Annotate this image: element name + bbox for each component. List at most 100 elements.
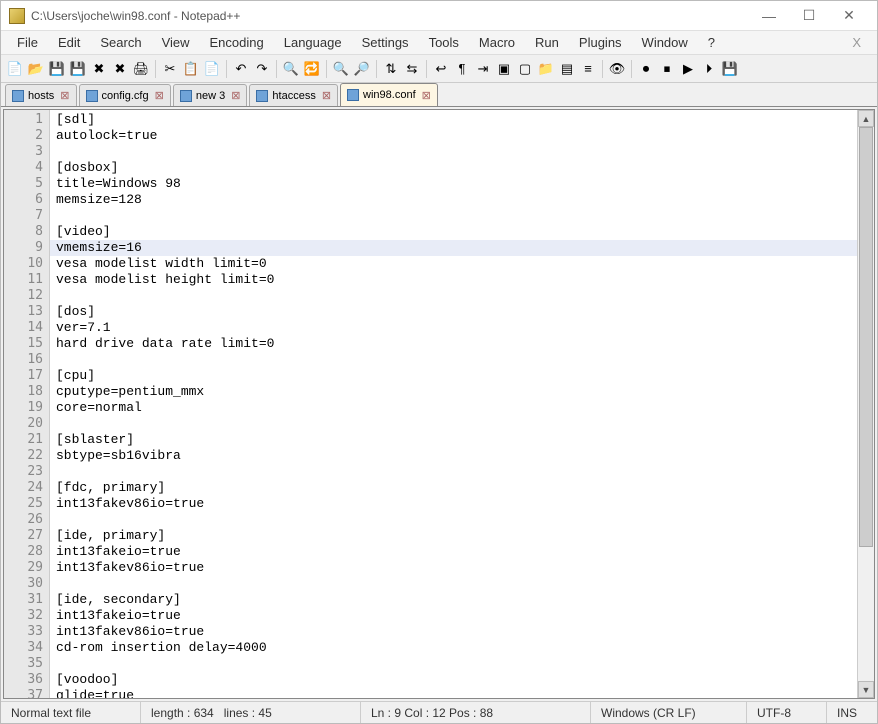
fold-icon[interactable]: ▣ bbox=[494, 59, 514, 79]
code-line[interactable]: ver=7.1 bbox=[56, 320, 857, 336]
menu-encoding[interactable]: Encoding bbox=[200, 32, 274, 53]
replace-icon[interactable]: 🔁 bbox=[302, 59, 322, 79]
code-line[interactable]: vmemsize=16 bbox=[50, 240, 857, 256]
stop-icon[interactable]: ⏹ bbox=[657, 59, 677, 79]
folder-icon[interactable]: 📁 bbox=[536, 59, 556, 79]
sync-v-icon[interactable]: ⇅ bbox=[381, 59, 401, 79]
tab-close-icon[interactable]: ⊠ bbox=[231, 89, 240, 102]
code-line[interactable]: sbtype=sb16vibra bbox=[56, 448, 857, 464]
menu-[interactable]: ? bbox=[698, 32, 725, 53]
func-list-icon[interactable]: ≡ bbox=[578, 59, 598, 79]
code-line[interactable] bbox=[56, 656, 857, 672]
menu-plugins[interactable]: Plugins bbox=[569, 32, 632, 53]
code-line[interactable] bbox=[56, 288, 857, 304]
wrap-icon[interactable]: ↩ bbox=[431, 59, 451, 79]
find-icon[interactable]: 🔍 bbox=[281, 59, 301, 79]
code-line[interactable]: memsize=128 bbox=[56, 192, 857, 208]
menu-search[interactable]: Search bbox=[90, 32, 151, 53]
tab-close-icon[interactable]: ⊠ bbox=[60, 89, 69, 102]
menu-macro[interactable]: Macro bbox=[469, 32, 525, 53]
code-line[interactable]: [video] bbox=[56, 224, 857, 240]
save-all-icon[interactable]: 💾 bbox=[68, 59, 88, 79]
code-line[interactable]: title=Windows 98 bbox=[56, 176, 857, 192]
menu-edit[interactable]: Edit bbox=[48, 32, 90, 53]
code-line[interactable]: [voodoo] bbox=[56, 672, 857, 688]
sync-h-icon[interactable]: ⇆ bbox=[402, 59, 422, 79]
tab-htaccess[interactable]: htaccess⊠ bbox=[249, 84, 338, 106]
code-line[interactable] bbox=[56, 576, 857, 592]
menu-view[interactable]: View bbox=[152, 32, 200, 53]
save-macro-icon[interactable]: 💾 bbox=[720, 59, 740, 79]
tab-hosts[interactable]: hosts⊠ bbox=[5, 84, 77, 106]
print-icon[interactable]: 🖨 bbox=[131, 59, 151, 79]
code-line[interactable] bbox=[56, 416, 857, 432]
tab-close-icon[interactable]: ⊠ bbox=[322, 89, 331, 102]
menu-tools[interactable]: Tools bbox=[419, 32, 469, 53]
code-line[interactable]: vesa modelist width limit=0 bbox=[56, 256, 857, 272]
code-line[interactable]: [sblaster] bbox=[56, 432, 857, 448]
undo-icon[interactable]: ↶ bbox=[231, 59, 251, 79]
new-icon[interactable]: 📄 bbox=[5, 59, 25, 79]
scroll-up-button[interactable]: ▲ bbox=[858, 110, 874, 127]
close-window-button[interactable]: ✕ bbox=[829, 4, 869, 28]
menu-run[interactable]: Run bbox=[525, 32, 569, 53]
code-line[interactable] bbox=[56, 352, 857, 368]
mdi-close-button[interactable]: X bbox=[842, 35, 871, 50]
vertical-scrollbar[interactable]: ▲ ▼ bbox=[857, 110, 874, 698]
code-line[interactable] bbox=[56, 144, 857, 160]
status-mode[interactable]: INS bbox=[827, 702, 877, 723]
close-all-icon[interactable]: ✖ bbox=[110, 59, 130, 79]
all-chars-icon[interactable]: ¶ bbox=[452, 59, 472, 79]
code-line[interactable]: [cpu] bbox=[56, 368, 857, 384]
tab-close-icon[interactable]: ⊠ bbox=[422, 89, 431, 102]
code-line[interactable]: [fdc, primary] bbox=[56, 480, 857, 496]
code-line[interactable]: vesa modelist height limit=0 bbox=[56, 272, 857, 288]
code-line[interactable]: int13fakev86io=true bbox=[56, 560, 857, 576]
code-line[interactable]: cputype=pentium_mmx bbox=[56, 384, 857, 400]
close-icon[interactable]: ✖ bbox=[89, 59, 109, 79]
code-line[interactable]: [ide, secondary] bbox=[56, 592, 857, 608]
paste-icon[interactable]: 📄 bbox=[202, 59, 222, 79]
code-line[interactable]: [dos] bbox=[56, 304, 857, 320]
zoom-out-icon[interactable]: 🔎 bbox=[352, 59, 372, 79]
play2-icon[interactable]: ⏵ bbox=[699, 59, 719, 79]
code-line[interactable]: core=normal bbox=[56, 400, 857, 416]
open-icon[interactable]: 📂 bbox=[26, 59, 46, 79]
unfold-icon[interactable]: ▢ bbox=[515, 59, 535, 79]
tab-config-cfg[interactable]: config.cfg⊠ bbox=[79, 84, 171, 106]
code-line[interactable]: [dosbox] bbox=[56, 160, 857, 176]
play-icon[interactable]: ▶ bbox=[678, 59, 698, 79]
code-line[interactable]: autolock=true bbox=[56, 128, 857, 144]
code-line[interactable]: [ide, primary] bbox=[56, 528, 857, 544]
code-line[interactable]: int13fakeio=true bbox=[56, 544, 857, 560]
code-line[interactable] bbox=[56, 208, 857, 224]
code-line[interactable] bbox=[56, 464, 857, 480]
tab-win98-conf[interactable]: win98.conf⊠ bbox=[340, 83, 438, 106]
menu-window[interactable]: Window bbox=[632, 32, 698, 53]
tab-new-3[interactable]: new 3⊠ bbox=[173, 84, 248, 106]
code-line[interactable]: [sdl] bbox=[56, 112, 857, 128]
code-line[interactable]: int13fakev86io=true bbox=[56, 624, 857, 640]
redo-icon[interactable]: ↷ bbox=[252, 59, 272, 79]
code-line[interactable] bbox=[56, 512, 857, 528]
doc-map-icon[interactable]: ▤ bbox=[557, 59, 577, 79]
menu-language[interactable]: Language bbox=[274, 32, 352, 53]
minimize-button[interactable]: — bbox=[749, 4, 789, 28]
eye-icon[interactable]: 👁 bbox=[607, 59, 627, 79]
menu-file[interactable]: File bbox=[7, 32, 48, 53]
code-area[interactable]: [sdl]autolock=true [dosbox]title=Windows … bbox=[50, 110, 857, 698]
code-line[interactable]: glide=true bbox=[56, 688, 857, 698]
record-icon[interactable]: ⏺ bbox=[636, 59, 656, 79]
cut-icon[interactable]: ✂ bbox=[160, 59, 180, 79]
scroll-down-button[interactable]: ▼ bbox=[858, 681, 874, 698]
code-line[interactable]: cd-rom insertion delay=4000 bbox=[56, 640, 857, 656]
code-line[interactable]: int13fakev86io=true bbox=[56, 496, 857, 512]
zoom-in-icon[interactable]: 🔍 bbox=[331, 59, 351, 79]
code-line[interactable]: hard drive data rate limit=0 bbox=[56, 336, 857, 352]
tab-close-icon[interactable]: ⊠ bbox=[155, 89, 164, 102]
save-icon[interactable]: 💾 bbox=[47, 59, 67, 79]
status-eol[interactable]: Windows (CR LF) bbox=[591, 702, 747, 723]
scroll-thumb[interactable] bbox=[859, 127, 873, 547]
status-encoding[interactable]: UTF-8 bbox=[747, 702, 827, 723]
menu-settings[interactable]: Settings bbox=[352, 32, 419, 53]
